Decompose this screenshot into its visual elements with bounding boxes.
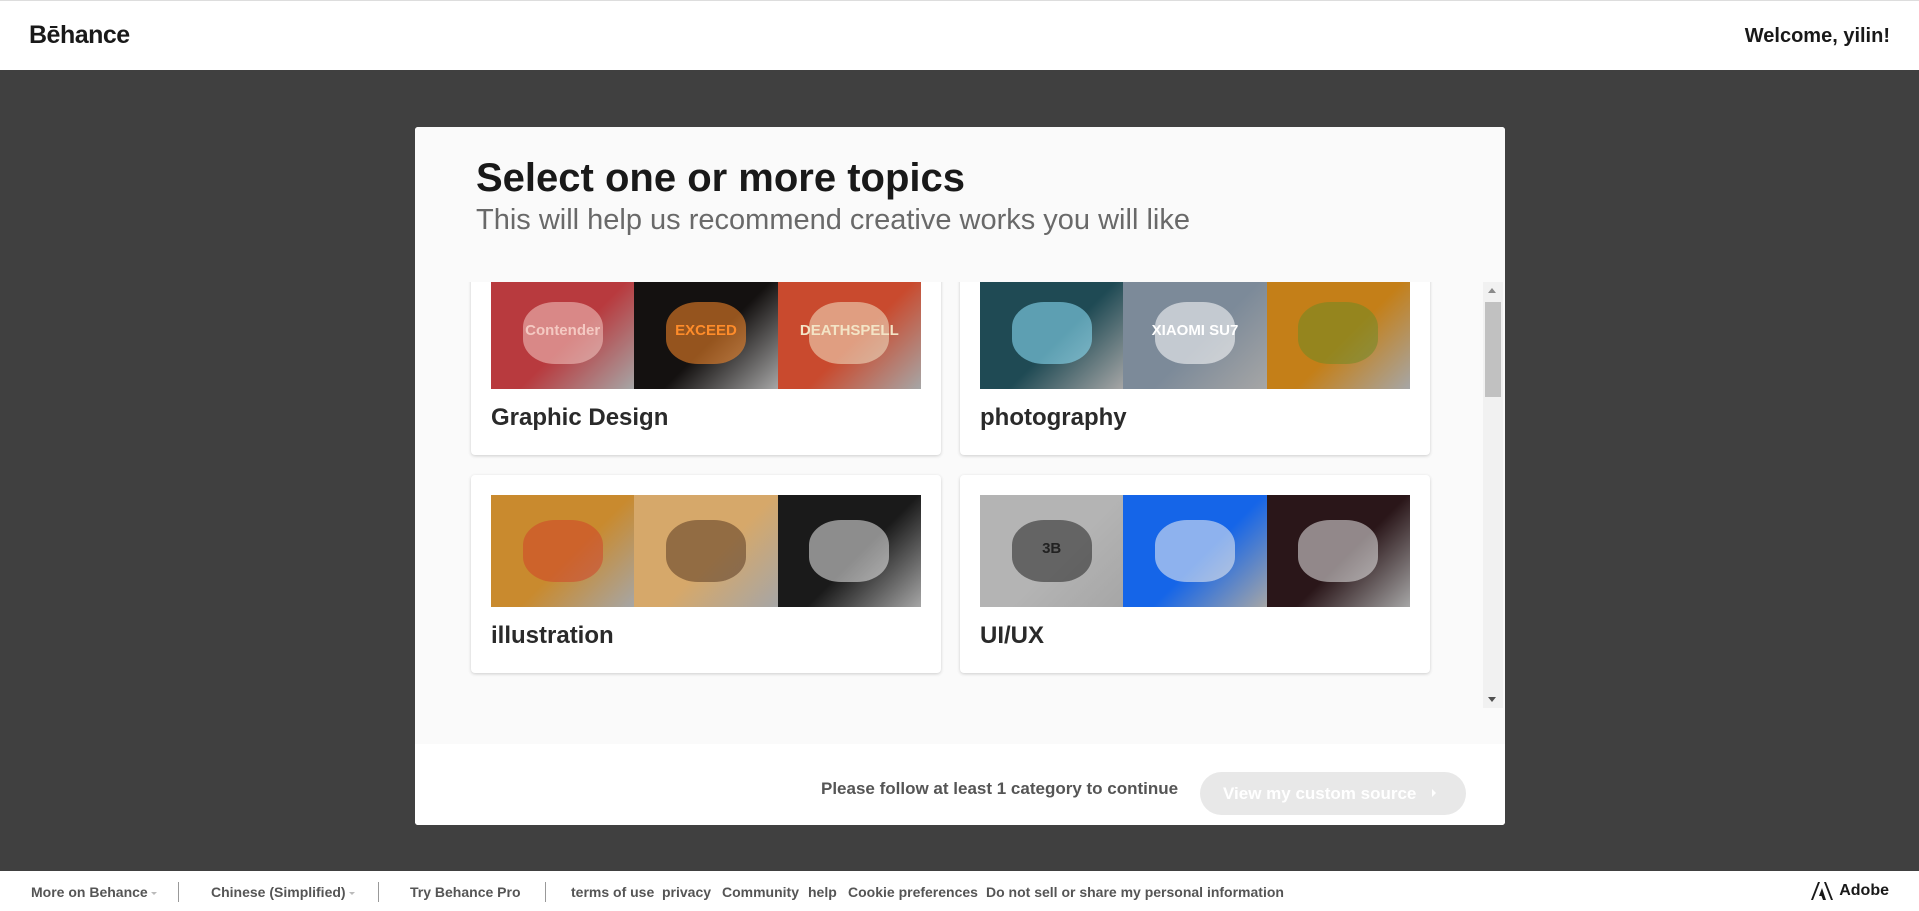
caret-down-icon <box>348 891 355 895</box>
scrollbar-thumb[interactable] <box>1485 302 1501 397</box>
help-link[interactable]: help <box>808 884 837 900</box>
thumbnail-art <box>1011 301 1092 365</box>
topic-thumbnail <box>1266 495 1410 607</box>
topic-card-illustration[interactable]: illustration <box>471 475 941 673</box>
modal-title: Select one or more topics <box>476 156 966 200</box>
language-selector[interactable]: Chinese (Simplified) <box>211 884 355 900</box>
follow-requirement-note: Please follow at least 1 category to con… <box>821 779 1179 798</box>
scroll-down-arrow-icon[interactable] <box>1488 697 1496 702</box>
thumbnail-art <box>665 519 747 583</box>
terms-link[interactable]: terms of use <box>571 884 654 900</box>
topic-label: illustration <box>491 622 614 649</box>
adobe-label: Adobe <box>1839 882 1889 899</box>
topics-grid: Contender EXCEED DEATHSPELL Graphic Design X… <box>415 282 1505 744</box>
do-not-sell-link[interactable]: Do not sell or share my personal informa… <box>986 884 1284 900</box>
modal-header: Select one or more topics This will help… <box>415 127 1505 282</box>
topic-label: photography <box>980 404 1127 431</box>
topic-thumbnail <box>1266 282 1410 389</box>
topic-thumbnails: Contender EXCEED DEATHSPELL <box>491 282 921 389</box>
topic-thumbnail: Contender <box>491 282 635 389</box>
adobe-logo[interactable]: Adobe <box>1811 882 1889 900</box>
topic-label: UI/UX <box>980 622 1045 649</box>
topic-thumbnail: EXCEED <box>634 282 778 389</box>
cookie-preferences-link[interactable]: Cookie preferences <box>848 884 978 900</box>
thumbnail-text: DEATHSPELL <box>799 321 899 339</box>
try-behance-pro-link[interactable]: Try Behance Pro <box>410 884 521 900</box>
topic-thumbnail: 3B <box>980 495 1124 607</box>
page-footer: More on Behance Chinese (Simplified) Try… <box>0 871 1919 911</box>
topic-select-modal: Select one or more topics This will help… <box>415 127 1505 825</box>
topic-thumbnail: XIAOMI SU7 <box>1123 282 1267 389</box>
welcome-text: Welcome, yilin! <box>1744 25 1890 47</box>
thumbnail-text: Contender <box>525 321 601 339</box>
thumbnail-text: EXCEED <box>675 321 737 339</box>
thumbnail-art <box>1298 301 1379 365</box>
footer-divider <box>545 882 546 902</box>
language-label: Chinese (Simplified) <box>211 884 346 900</box>
topic-thumbnail <box>980 282 1124 389</box>
topic-card-photography[interactable]: XIAOMI SU7 photography <box>960 282 1430 455</box>
topic-label: Graphic Design <box>491 404 669 431</box>
cta-label: View my custom source <box>1223 783 1417 803</box>
thumbnail-text: XIAOMI SU7 <box>1151 321 1239 339</box>
scrollbar[interactable] <box>1483 282 1503 708</box>
topic-thumbnail <box>491 495 635 607</box>
topic-thumbnails <box>491 495 921 607</box>
topic-thumbnail <box>777 495 921 607</box>
footer-divider <box>178 882 179 902</box>
more-on-behance-label: More on Behance <box>31 884 148 900</box>
privacy-link[interactable]: privacy <box>662 884 711 900</box>
scroll-up-arrow-icon[interactable] <box>1488 288 1496 293</box>
topic-thumbnail: DEATHSPELL <box>777 282 921 389</box>
adobe-icon <box>1811 882 1834 900</box>
topic-thumbnail <box>1123 495 1267 607</box>
modal-footer: Please follow at least 1 category to con… <box>415 744 1505 825</box>
thumbnail-art <box>522 519 603 583</box>
chevron-right-icon <box>1432 789 1436 797</box>
topic-thumbnail <box>634 495 778 607</box>
behance-logo[interactable]: Bēhance <box>29 21 130 50</box>
modal-subtitle: This will help us recommend creative wor… <box>476 204 1190 236</box>
top-bar: Bēhance Welcome, yilin! <box>0 0 1919 70</box>
thumbnail-text: 3B <box>1042 539 1062 557</box>
topic-card-graphic-design[interactable]: Contender EXCEED DEATHSPELL Graphic Design <box>471 282 941 455</box>
thumbnail-art <box>809 519 890 583</box>
caret-down-icon <box>150 891 157 895</box>
footer-divider <box>378 882 379 902</box>
more-on-behance-menu[interactable]: More on Behance <box>31 884 157 900</box>
thumbnail-art <box>1298 519 1379 583</box>
thumbnail-art <box>1154 519 1236 583</box>
community-link[interactable]: Community <box>722 884 799 900</box>
topic-thumbnails: 3B <box>980 495 1410 607</box>
topic-card-ui-ux[interactable]: 3B UI/UX <box>960 475 1430 673</box>
view-custom-source-button[interactable]: View my custom source <box>1200 772 1466 815</box>
topic-thumbnails: XIAOMI SU7 <box>980 282 1410 389</box>
